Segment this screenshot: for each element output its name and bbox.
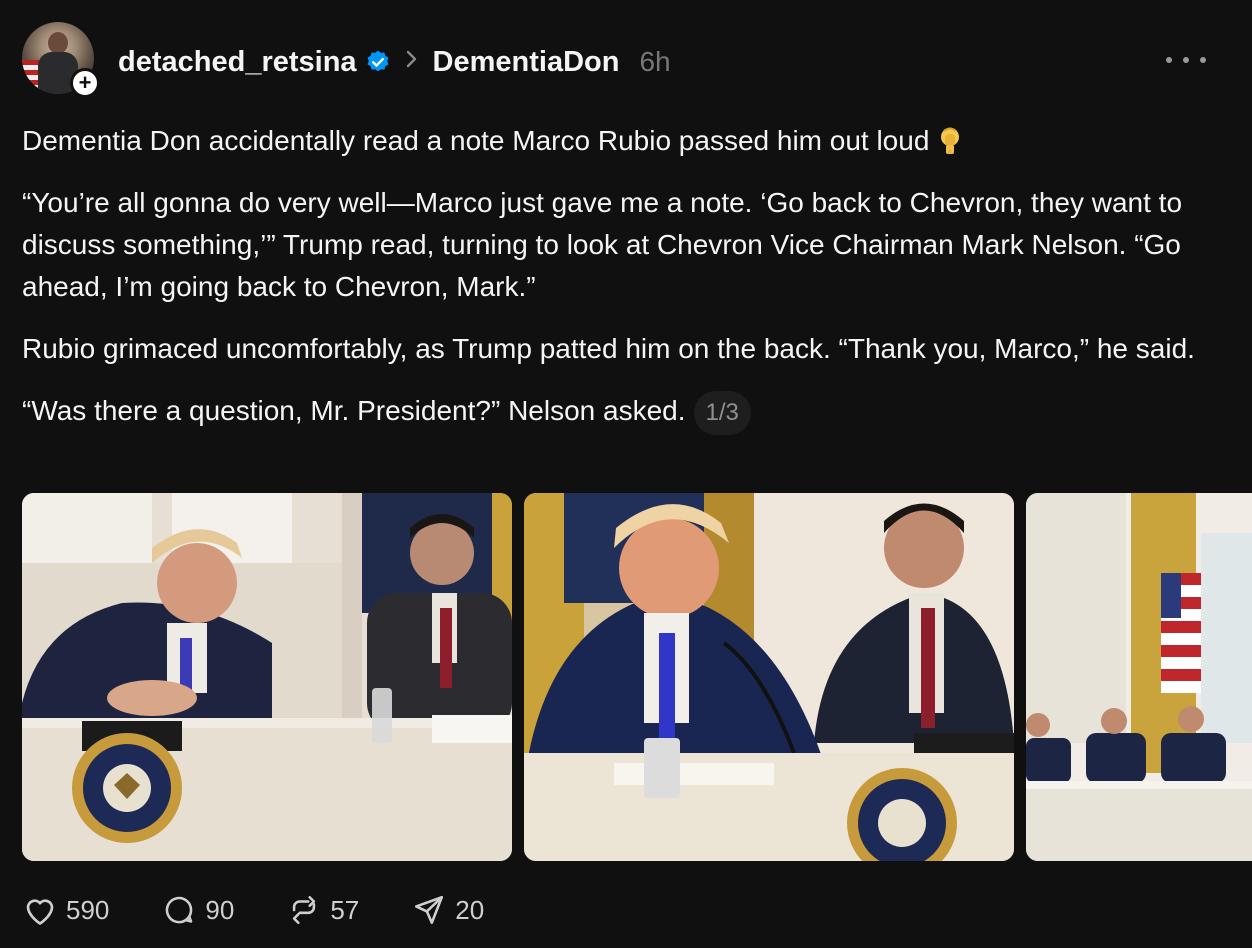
facepalm-emoji-icon <box>935 125 965 155</box>
repost-count: 57 <box>330 894 360 925</box>
post-time[interactable]: 6h <box>639 46 670 78</box>
post-text: Dementia Don accidentally read a note Ma… <box>22 120 1222 455</box>
photo-3[interactable] <box>1026 493 1252 861</box>
photo-2[interactable] <box>524 493 1014 861</box>
like-count: 590 <box>66 894 110 925</box>
action-bar: 590 90 57 20 <box>22 888 536 932</box>
photo-1[interactable] <box>22 493 512 861</box>
heart-icon <box>26 899 54 925</box>
paragraph: “You’re all gonna do very well—Marco jus… <box>22 187 1183 302</box>
send-icon <box>415 895 444 925</box>
reply-count: 90 <box>205 894 235 925</box>
community-link[interactable]: DementiaDon <box>433 46 620 79</box>
chevron-right-icon <box>405 48 419 76</box>
comment-icon <box>166 896 193 924</box>
share-count: 20 <box>455 894 485 925</box>
media-carousel[interactable] <box>22 493 1252 861</box>
username-link[interactable]: detached_retsina <box>118 46 357 79</box>
paragraph-text: Dementia Don accidentally read a note Ma… <box>22 125 930 156</box>
share-button[interactable]: 20 <box>411 893 484 927</box>
repost-icon <box>293 895 316 925</box>
paragraph-text: “Was there a question, Mr. President?” N… <box>22 395 686 426</box>
post-header: detached_retsina DementiaDon 6h <box>118 40 671 84</box>
paragraph: “Was there a question, Mr. President?” N… <box>22 390 1222 435</box>
paragraph: Rubio grimaced uncomfortably, as Trump p… <box>22 333 1195 364</box>
like-button[interactable]: 590 <box>22 893 109 927</box>
follow-plus-icon[interactable]: + <box>70 68 100 98</box>
image-counter: 1/3 <box>693 390 751 435</box>
avatar[interactable]: + <box>22 22 100 98</box>
verified-badge-icon <box>365 49 391 75</box>
more-horizontal-icon[interactable] <box>1166 48 1206 72</box>
repost-button[interactable]: 57 <box>286 893 359 927</box>
paragraph: Dementia Don accidentally read a note Ma… <box>22 120 1222 162</box>
thread-post: + detached_retsina DementiaDon 6h Dement… <box>0 0 1252 948</box>
reply-button[interactable]: 90 <box>161 893 234 927</box>
